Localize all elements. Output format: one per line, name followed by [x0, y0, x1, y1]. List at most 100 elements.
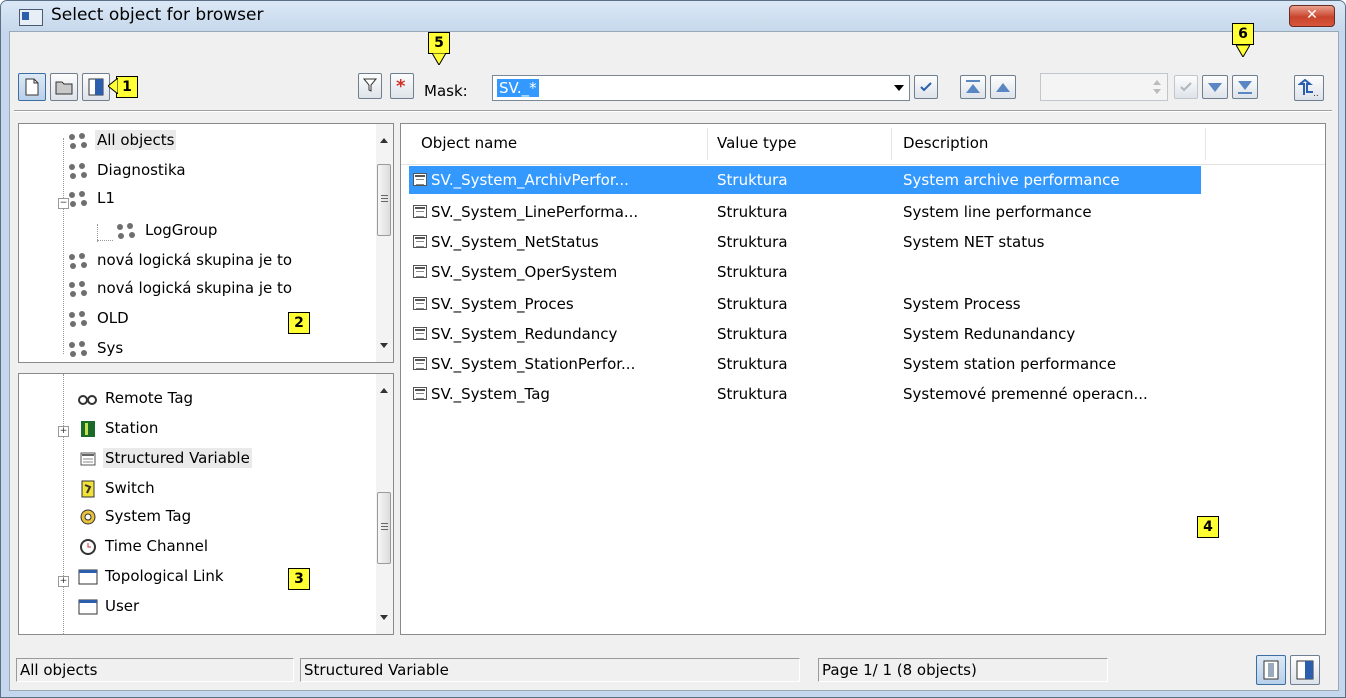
mask-input[interactable]: SV._* [492, 75, 910, 101]
group-icon [69, 162, 87, 179]
table-row[interactable]: SV._System_Proces Struktura System Proce… [409, 290, 1201, 318]
callout-6: 6 [1232, 23, 1254, 45]
structure-icon [413, 235, 427, 248]
tree-item-structured-variable[interactable]: Structured Variable [77, 444, 252, 472]
tree-item-topological-link[interactable]: Topological Link [77, 562, 226, 590]
toolbar: 1 * 5 Mask: SV._* 6 .. [10, 23, 1338, 114]
open-object-button[interactable] [82, 73, 110, 101]
scroll-up-icon[interactable] [380, 388, 388, 393]
tree-item-old[interactable]: OLD [65, 304, 131, 332]
structure-icon [413, 387, 427, 400]
structure-icon [413, 205, 427, 218]
mask-value: SV._* [497, 79, 539, 97]
tree-item-l1[interactable]: L1 [65, 184, 117, 212]
callout-2: 2 [288, 312, 310, 334]
previous-page-button[interactable] [990, 75, 1016, 99]
tree-item-sys[interactable]: Sys [65, 334, 125, 362]
table-row[interactable]: SV._System_LinePerforma... Struktura Sys… [409, 198, 1201, 226]
up-arrow-icon: .. [1298, 79, 1319, 97]
checkmark-icon [1180, 82, 1192, 92]
structure-icon [413, 173, 427, 186]
checkmark-icon [920, 82, 932, 92]
parent-level-button[interactable]: .. [1294, 75, 1324, 101]
view-folders-button[interactable] [50, 73, 78, 101]
chevron-down-icon[interactable] [894, 85, 904, 91]
column-header-description[interactable]: Description [903, 134, 988, 152]
callout-arrow-down-icon [432, 53, 446, 65]
panel-icon [1263, 660, 1279, 680]
close-button[interactable]: ✕ [1289, 5, 1335, 27]
group-icon [69, 280, 87, 297]
app-icon [19, 9, 43, 26]
window-icon [78, 569, 98, 584]
single-pane-view-button[interactable] [1256, 655, 1286, 685]
go-to-page-button[interactable] [1174, 75, 1198, 99]
clock-icon [80, 538, 96, 555]
table-row[interactable]: SV._System_ArchivPerfor... Struktura Sys… [409, 166, 1201, 194]
structure-icon [413, 357, 427, 370]
filter-button[interactable] [358, 73, 382, 99]
object-types-tree[interactable]: + + Remote Tag Station Structured Variab… [18, 373, 394, 635]
table-row[interactable]: SV._System_NetStatus Struktura System NE… [409, 228, 1201, 256]
mask-label: Mask: [424, 82, 468, 100]
all-mask-button[interactable]: * [390, 73, 414, 99]
tree-item-nova-skupina-1[interactable]: nová logická skupina je to [65, 246, 294, 274]
scroll-down-icon[interactable] [380, 615, 388, 620]
switch-icon [81, 480, 95, 497]
tree-item-switch[interactable]: Switch [77, 474, 157, 502]
structure-icon [413, 297, 427, 310]
last-page-button[interactable] [1232, 75, 1258, 99]
column-header-object-name[interactable]: Object name [421, 134, 517, 152]
table-row[interactable]: SV._System_Tag Struktura Systemové preme… [409, 380, 1201, 408]
first-page-button[interactable] [960, 75, 986, 99]
tree-item-time-channel[interactable]: Time Channel [77, 532, 210, 560]
tree-item-user[interactable]: User [77, 592, 141, 620]
window-icon [78, 599, 98, 614]
logical-groups-tree[interactable]: − All objects Diagnostika L1 LogGroup no… [18, 123, 394, 363]
scroll-thumb[interactable] [377, 164, 391, 236]
scroll-thumb[interactable] [377, 492, 391, 564]
table-row[interactable]: SV._System_OperSystem Struktura [409, 258, 1201, 286]
split-view-button[interactable] [1290, 655, 1320, 685]
title-bar[interactable]: Select object for browser ✕ [1, 1, 1345, 31]
status-bar: All objects Structured Variable Page 1/ … [10, 647, 1338, 690]
dialog-window: Select object for browser ✕ 1 * 5 Mask: … [0, 0, 1346, 698]
group-icon [69, 340, 87, 357]
expand-topological-link-icon[interactable]: + [58, 576, 69, 587]
expand-station-icon[interactable]: + [58, 426, 69, 437]
door-icon [1296, 660, 1314, 680]
table-row[interactable]: SV._System_Redundancy Struktura System R… [409, 320, 1201, 348]
tree-item-system-tag[interactable]: System Tag [77, 502, 193, 530]
station-icon [81, 420, 95, 437]
group-icon [69, 132, 87, 149]
callout-3: 3 [288, 568, 310, 590]
remote-tag-icon [78, 394, 97, 405]
apply-mask-button[interactable] [914, 75, 938, 99]
status-type: Structured Variable [300, 658, 800, 682]
objects-table[interactable]: Object name Value type Description SV._S… [400, 123, 1326, 635]
page-number-input[interactable] [1040, 73, 1168, 101]
next-page-button[interactable] [1202, 75, 1228, 99]
tree-item-diagnostika[interactable]: Diagnostika [65, 156, 188, 184]
scroll-up-icon[interactable] [380, 138, 388, 143]
view-objects-button[interactable] [18, 73, 46, 101]
tree-item-loggroup[interactable]: LogGroup [113, 216, 219, 244]
structure-icon [413, 265, 427, 278]
scroll-down-icon[interactable] [380, 343, 388, 348]
filter-icon [362, 78, 378, 92]
tree-item-all-objects[interactable]: All objects [65, 126, 177, 154]
structure-icon [413, 327, 427, 340]
tree-item-station[interactable]: Station [77, 414, 160, 442]
system-tag-icon [80, 509, 96, 524]
spin-arrows-icon[interactable] [1151, 77, 1163, 97]
group-icon [69, 310, 87, 327]
next-page-icon [1208, 83, 1222, 92]
table-row[interactable]: SV._System_StationPerfor... Struktura Sy… [409, 350, 1201, 378]
tree-item-nova-skupina-2[interactable]: nová logická skupina je to [65, 274, 294, 302]
tree-item-remote-tag[interactable]: Remote Tag [77, 384, 195, 412]
groups-scrollbar[interactable] [376, 124, 393, 362]
types-scrollbar[interactable] [376, 374, 393, 634]
callout-4: 4 [1197, 516, 1219, 538]
door-icon [88, 78, 104, 96]
column-header-value-type[interactable]: Value type [717, 134, 796, 152]
